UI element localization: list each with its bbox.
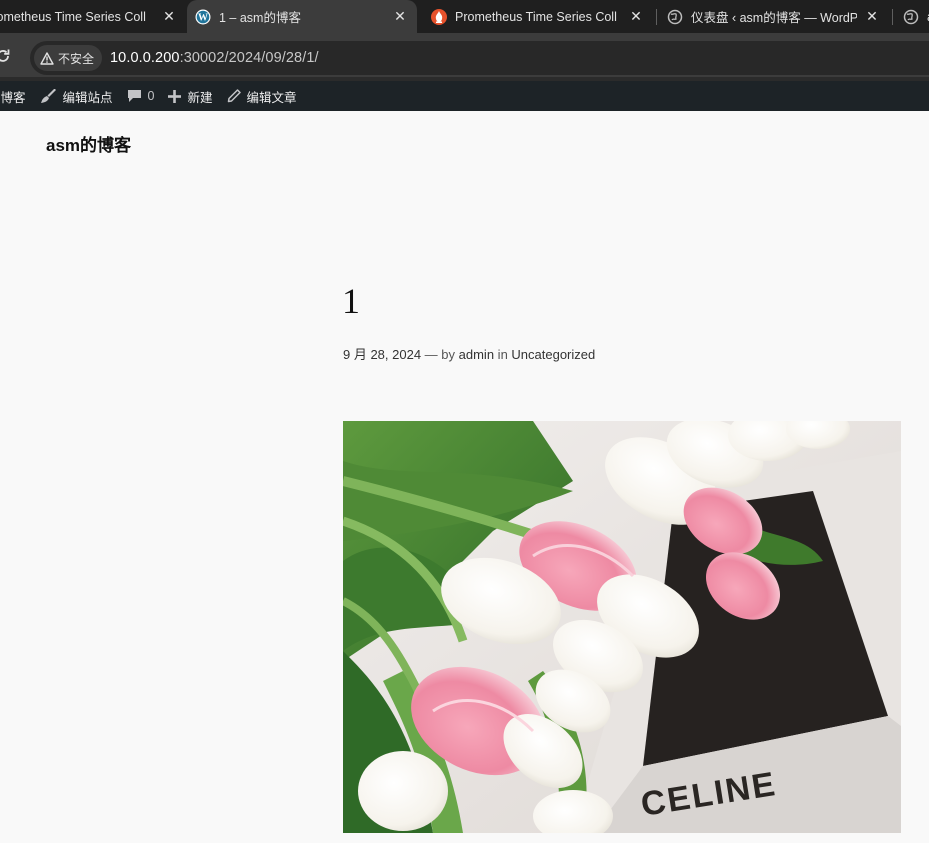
tab-title: Prometheus Time Series Coll [0,9,146,24]
tab-active-post[interactable]: W 1 – asm的博客 ✕ [187,0,417,33]
edit-site-label: 编辑站点 [62,90,113,105]
featured-image: CELINE [343,421,901,833]
security-label: 不安全 [58,51,95,66]
globe-icon [667,9,683,25]
close-tab-icon[interactable]: ✕ [863,7,881,25]
meta-in: in [494,347,512,362]
post-category[interactable]: Uncategorized [511,347,595,362]
tab-title: Prometheus Time Series Coll [455,9,617,24]
pencil-icon [227,89,241,103]
reload-icon[interactable] [0,47,12,65]
edit-post-label: 编辑文章 [246,90,297,105]
post-date[interactable]: 9 月 28, 2024 [343,347,421,362]
svg-text:W: W [198,12,208,23]
post-title: 1 [342,281,360,321]
comments-count: 0 [147,89,155,103]
close-tab-icon[interactable]: ✕ [391,7,409,25]
wp-admin-bar: 的博客 编辑站点 0 新建 编辑文章 [0,81,929,111]
post-author[interactable]: admin [459,347,494,362]
wordpress-icon: W [195,9,211,25]
new-label: 新建 [187,90,213,105]
close-tab-icon[interactable]: ✕ [627,7,645,25]
post-meta: 9 月 28, 2024 — by admin in Uncategorized [343,344,595,363]
brush-icon [40,88,56,103]
close-tab-icon[interactable]: ✕ [160,7,178,25]
site-name-label: 的博客 [0,90,26,105]
adminbar-edit-site[interactable]: 编辑站点 [40,81,113,111]
url-host: 10.0.0.200 [110,50,180,66]
tab-separator [656,9,657,25]
tab-title: 仪表盘 ‹ asm的博客 — WordP [691,11,857,25]
site-title[interactable]: asm的博客 [46,131,131,156]
meta-by: — by [421,347,459,362]
url-path: :30002/2024/09/28/1/ [179,50,319,66]
plus-icon [168,89,182,103]
prometheus-icon [431,8,447,25]
tulip-photo: CELINE [343,421,901,833]
tab-dashboard[interactable]: 仪表盘 ‹ asm的博客 — WordP ✕ [659,0,889,33]
adminbar-new[interactable]: 新建 [168,81,213,111]
tab-prometheus-2[interactable]: Prometheus Time Series Coll ✕ [423,0,653,33]
tab-strip: Prometheus Time Series Coll ✕ W 1 – asm的… [0,0,929,33]
warning-icon [40,51,54,65]
tab-extra[interactable]: a [895,0,929,33]
adminbar-site-name[interactable]: 的博客 [0,81,26,111]
browser-toolbar: 不安全 10.0.0.200:30002/2024/09/28/1/ [0,33,929,81]
globe-icon [903,9,919,25]
comment-icon [127,90,141,102]
address-bar[interactable]: 不安全 10.0.0.200:30002/2024/09/28/1/ [30,41,929,75]
adminbar-comments[interactable]: 0 [127,81,155,111]
url-text[interactable]: 10.0.0.200:30002/2024/09/28/1/ [110,50,319,66]
security-chip[interactable]: 不安全 [34,45,103,71]
tab-title: 1 – asm的博客 [219,11,301,25]
tab-separator [892,9,893,25]
adminbar-edit-post[interactable]: 编辑文章 [227,81,297,111]
tab-prometheus-1[interactable]: Prometheus Time Series Coll ✕ [0,0,186,33]
